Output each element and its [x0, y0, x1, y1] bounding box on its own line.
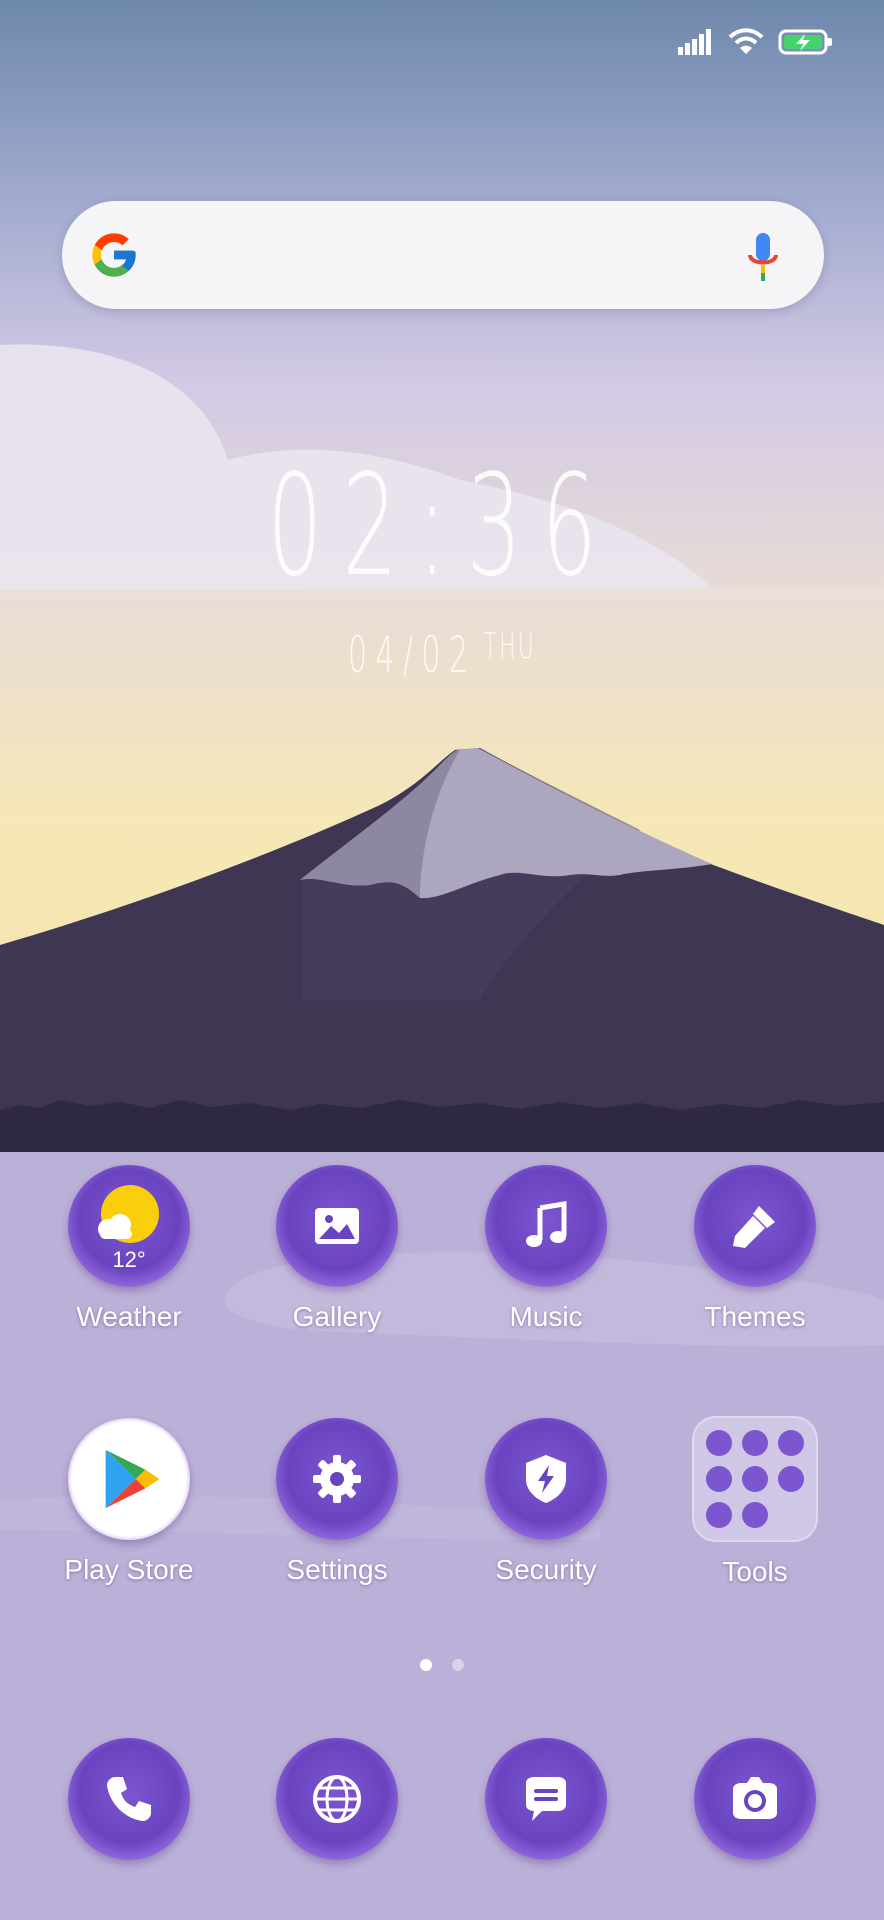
folder-mini-icon	[742, 1430, 768, 1456]
app-label: Play Store	[64, 1554, 194, 1585]
dock-camera[interactable]	[670, 1738, 840, 1860]
app-label: Settings	[286, 1554, 388, 1585]
app-label: Security	[495, 1554, 597, 1585]
folder-icon	[692, 1416, 818, 1542]
app-label: Music	[509, 1301, 583, 1332]
play-store-icon	[68, 1418, 190, 1540]
app-settings[interactable]: Settings	[252, 1418, 422, 1586]
mic-icon[interactable]	[746, 231, 780, 283]
folder-mini-icon	[778, 1430, 804, 1456]
page-dot-active[interactable]	[420, 1659, 432, 1671]
app-themes[interactable]: Themes	[670, 1165, 840, 1333]
camera-icon	[694, 1738, 816, 1860]
app-label: Gallery	[292, 1301, 382, 1332]
wifi-icon	[728, 28, 764, 54]
dock-browser[interactable]	[252, 1738, 422, 1860]
signal-icon	[678, 29, 711, 55]
folder-mini-icon	[706, 1466, 732, 1492]
music-icon	[485, 1165, 607, 1287]
app-music[interactable]: Music	[461, 1165, 631, 1333]
youtube-mini-icon	[778, 1466, 804, 1492]
weather-temperature: 12°	[112, 1247, 146, 1272]
app-play-store[interactable]: Play Store	[44, 1418, 214, 1586]
status-bar	[678, 22, 834, 62]
clock-date: 04/02	[347, 626, 477, 684]
gear-icon	[276, 1418, 398, 1540]
folder-mini-icon	[706, 1502, 732, 1528]
app-security[interactable]: Security	[461, 1418, 631, 1586]
clock-time[interactable]: 02:36	[168, 452, 716, 602]
clock-day: THU	[483, 626, 537, 667]
chrome-mini-icon	[742, 1502, 768, 1528]
weather-icon: 12°	[68, 1165, 190, 1287]
google-logo-icon	[92, 233, 136, 277]
app-label: Tools	[722, 1556, 788, 1587]
messages-icon	[485, 1738, 607, 1860]
clock-date-row: 04/02 THU	[177, 626, 707, 684]
page-indicator	[0, 1658, 884, 1676]
dock-phone[interactable]	[44, 1738, 214, 1860]
browser-icon	[276, 1738, 398, 1860]
shield-icon	[485, 1418, 607, 1540]
app-weather[interactable]: 12° Weather	[44, 1165, 214, 1333]
battery-charging-icon	[778, 29, 832, 55]
folder-mini-icon	[706, 1430, 732, 1456]
dock-messages[interactable]	[461, 1738, 631, 1860]
phone-icon	[68, 1738, 190, 1860]
gallery-icon	[276, 1165, 398, 1287]
brush-icon	[694, 1165, 816, 1287]
gmail-mini-icon	[742, 1466, 768, 1492]
app-label: Weather	[76, 1301, 182, 1332]
cloud-icon	[98, 1214, 132, 1239]
app-label: Themes	[704, 1301, 806, 1332]
app-gallery[interactable]: Gallery	[252, 1165, 422, 1333]
google-search-bar[interactable]	[62, 201, 824, 309]
page-dot[interactable]	[452, 1659, 464, 1671]
app-tools-folder[interactable]: Tools	[670, 1416, 840, 1588]
